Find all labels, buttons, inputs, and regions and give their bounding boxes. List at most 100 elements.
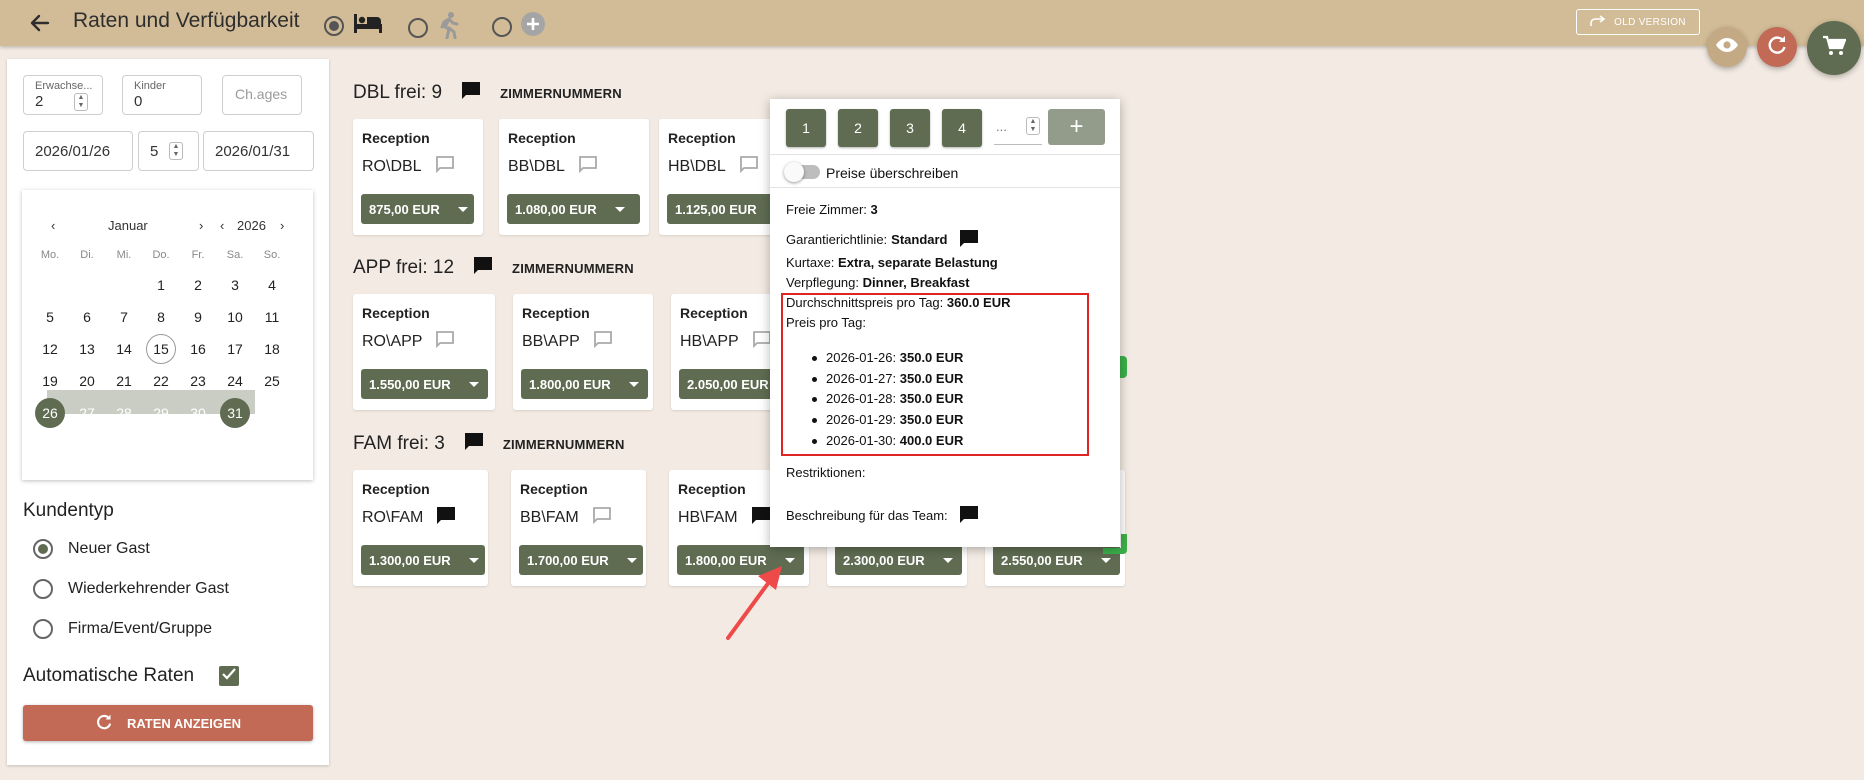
calendar-day[interactable]: 2 [183,270,213,300]
calendar-day[interactable]: 14 [109,334,139,364]
chat-bubble-icon[interactable] [592,329,614,354]
room-count-button-4[interactable]: 4 [942,109,982,147]
room-numbers-button[interactable]: ZIMMERNUMMERN [503,437,625,452]
children-field[interactable]: Kinder 0 [122,75,202,115]
calendar-day[interactable]: 13 [72,334,102,364]
mode-activity[interactable] [408,11,462,44]
calendar-day[interactable]: 24 [220,366,250,396]
calendar-day[interactable]: 28 [109,398,139,428]
chat-bubble-icon[interactable] [434,329,456,354]
calendar-day[interactable]: 17 [220,334,250,364]
room-count-button-3[interactable]: 3 [890,109,930,147]
radio-company[interactable] [33,619,53,639]
calendar-day[interactable]: 8 [146,302,176,332]
calendar-day[interactable]: 29 [146,398,176,428]
rate-price-button[interactable]: 1.800,00 EUR [521,369,648,399]
rate-price-button[interactable]: 1.550,00 EUR [361,369,488,399]
rate-price-button[interactable]: 2.300,00 EUR [835,545,962,575]
calendar-day[interactable]: 6 [72,302,102,332]
room-count-stepper[interactable]: ▲ ▼ [1026,117,1040,135]
caret-down-icon [468,381,479,387]
radio-returning-guest[interactable] [33,579,53,599]
rate-price-button[interactable]: 875,00 EUR [361,194,474,224]
calendar-day[interactable]: 11 [257,302,287,332]
chat-bubble-icon[interactable] [958,504,980,527]
adults-stepper[interactable]: ▲ ▼ [74,93,88,111]
auto-rates-checkbox[interactable] [219,666,239,686]
cart-icon [1822,35,1847,62]
calendar-day[interactable]: 12 [35,334,65,364]
mode-hotel[interactable] [324,11,384,40]
prev-year-chevron-left-icon[interactable]: ‹ [220,218,224,233]
preview-button[interactable] [1707,27,1747,67]
calendar-day[interactable]: 9 [183,302,213,332]
calendar-day[interactable]: 18 [257,334,287,364]
override-prices-toggle[interactable] [784,162,820,182]
old-version-button[interactable]: OLD VERSION [1576,9,1700,35]
refresh-button[interactable] [1757,27,1797,67]
rate-price-button[interactable]: 1.300,00 EUR [361,545,485,575]
calendar-day[interactable]: 5 [35,302,65,332]
next-year-chevron-right-icon[interactable]: › [280,218,284,233]
arrival-date-field[interactable]: 2026/01/26 [23,131,133,171]
calendar-day[interactable]: 3 [220,270,250,300]
nights-field[interactable]: 5 ▲ ▼ [138,131,199,171]
customer-type-option-returning[interactable]: Wiederkehrender Gast [33,579,229,599]
show-rates-button[interactable]: RATEN ANZEIGEN [23,705,313,741]
child-ages-field[interactable]: Ch.ages [222,75,302,115]
rate-price-button[interactable]: 1.700,00 EUR [519,545,643,575]
mode-extra-radio[interactable] [492,16,512,37]
old-version-label: OLD VERSION [1614,16,1686,28]
calendar-day[interactable]: 30 [183,398,213,428]
chat-bubble-icon[interactable] [472,255,494,281]
chat-bubble-icon[interactable] [460,80,482,106]
departure-date: 2026/01/31 [215,143,291,160]
calendar-day[interactable]: 22 [146,366,176,396]
calendar-day[interactable]: 25 [257,366,287,396]
chat-bubble-icon[interactable] [463,431,485,457]
chat-bubble-icon[interactable] [591,505,613,530]
calendar-day[interactable]: 20 [72,366,102,396]
calendar-day[interactable]: 19 [35,366,65,396]
departure-date-field[interactable]: 2026/01/31 [203,131,314,171]
customer-type-option-new[interactable]: Neuer Gast [33,539,150,559]
chat-bubble-icon[interactable] [434,154,456,179]
back-arrow-icon[interactable] [26,11,54,35]
calendar-day[interactable]: 31 [220,398,250,428]
adults-field[interactable]: Erwachse... 2 ▲ ▼ [23,75,103,115]
calendar-day[interactable]: 1 [146,270,176,300]
room-numbers-button[interactable]: ZIMMERNUMMERN [512,261,634,276]
rate-price-button[interactable]: 1.080,00 EUR [507,194,640,224]
nights-stepper[interactable]: ▲ ▼ [169,142,183,160]
calendar-day[interactable]: 7 [109,302,139,332]
chat-bubble-icon[interactable] [435,505,457,530]
room-count-button-2[interactable]: 2 [838,109,878,147]
rate-price: 1.800,00 EUR [529,376,611,392]
rate-price: 2.050,00 EUR [687,376,769,392]
room-count-button-1[interactable]: 1 [786,109,826,147]
mode-hotel-radio[interactable] [324,15,344,36]
calendar-day[interactable]: 10 [220,302,250,332]
chat-bubble-icon[interactable] [738,154,760,179]
calendar-day[interactable]: 15 [146,334,176,364]
room-numbers-button[interactable]: ZIMMERNUMMERN [500,86,622,101]
mode-extra[interactable] [492,11,546,42]
calendar-day[interactable]: 26 [35,398,65,428]
add-room-button[interactable]: + [1048,109,1105,145]
chat-bubble-icon[interactable] [958,228,980,251]
radio-new-guest[interactable] [33,539,53,559]
customer-type-option-company[interactable]: Firma/Event/Gruppe [33,619,212,639]
chat-bubble-icon[interactable] [577,154,599,179]
rate-price-button[interactable]: 2.550,00 EUR [993,545,1120,575]
prev-month-chevron-left-icon[interactable]: ‹ [51,218,55,233]
chat-bubble-icon[interactable] [750,505,772,530]
calendar-day[interactable]: 27 [72,398,102,428]
calendar-day[interactable]: 4 [257,270,287,300]
calendar-day[interactable]: 21 [109,366,139,396]
calendar-day[interactable]: 16 [183,334,213,364]
next-month-chevron-right-icon[interactable]: › [199,218,203,233]
calendar-day[interactable]: 23 [183,366,213,396]
room-count-input[interactable]: ... ▲ ▼ [994,113,1042,145]
cart-button[interactable] [1807,21,1861,75]
mode-activity-radio[interactable] [408,17,428,38]
